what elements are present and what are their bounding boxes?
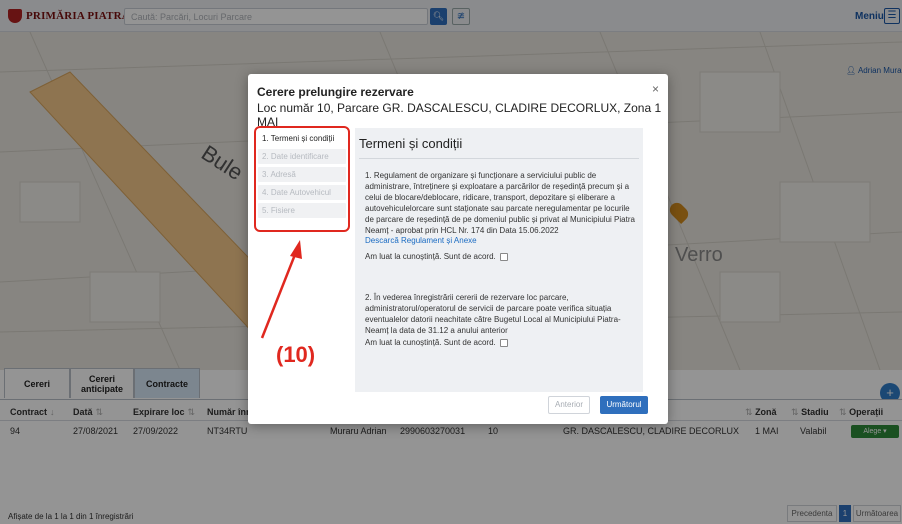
next-button[interactable]: Următorul xyxy=(600,396,648,414)
agree-2-label: Am luat la cunoștință. Sunt de acord. xyxy=(365,338,496,347)
terms-paragraph-2: 2. În vederea înregistrării cererii de r… xyxy=(365,293,621,335)
modal-title: Cerere prelungire rezervare xyxy=(257,85,414,99)
divider xyxy=(359,158,639,159)
step-date-identificare[interactable]: 2. Date identificare xyxy=(258,149,346,164)
modal-subtitle: Loc număr 10, Parcare GR. DASCALESCU, CL… xyxy=(257,101,662,129)
agree-2-checkbox[interactable] xyxy=(499,338,508,347)
agree-1-label: Am luat la cunoștință. Sunt de acord. xyxy=(365,252,496,261)
annotation-label: (10) xyxy=(276,342,316,367)
agree-2: Am luat la cunoștință. Sunt de acord. xyxy=(365,338,508,347)
agree-1-checkbox[interactable] xyxy=(499,252,508,261)
step-date-autovehicul[interactable]: 4. Date Autovehicul xyxy=(258,185,346,200)
previous-button[interactable]: Anterior xyxy=(548,396,590,414)
terms-panel: Termeni și condiții 1. Regulament de org… xyxy=(355,128,643,392)
close-icon[interactable]: × xyxy=(652,82,659,96)
terms-title: Termeni și condiții xyxy=(359,136,463,151)
step-fisiere[interactable]: 5. Fisiere xyxy=(258,203,346,218)
step-termeni[interactable]: 1. Termeni și condiții xyxy=(258,131,346,146)
extension-request-modal: Cerere prelungire rezervare Loc număr 10… xyxy=(248,74,668,424)
terms-paragraph-1: 1. Regulament de organizare și funcționa… xyxy=(365,171,635,235)
wizard-steps: 1. Termeni și condiții 2. Date identific… xyxy=(254,126,350,232)
download-regulation-link[interactable]: Descarcă Regulament și Anexe xyxy=(365,236,477,245)
step-adresa[interactable]: 3. Adresă xyxy=(258,167,346,182)
agree-1: Am luat la cunoștință. Sunt de acord. xyxy=(365,252,508,261)
